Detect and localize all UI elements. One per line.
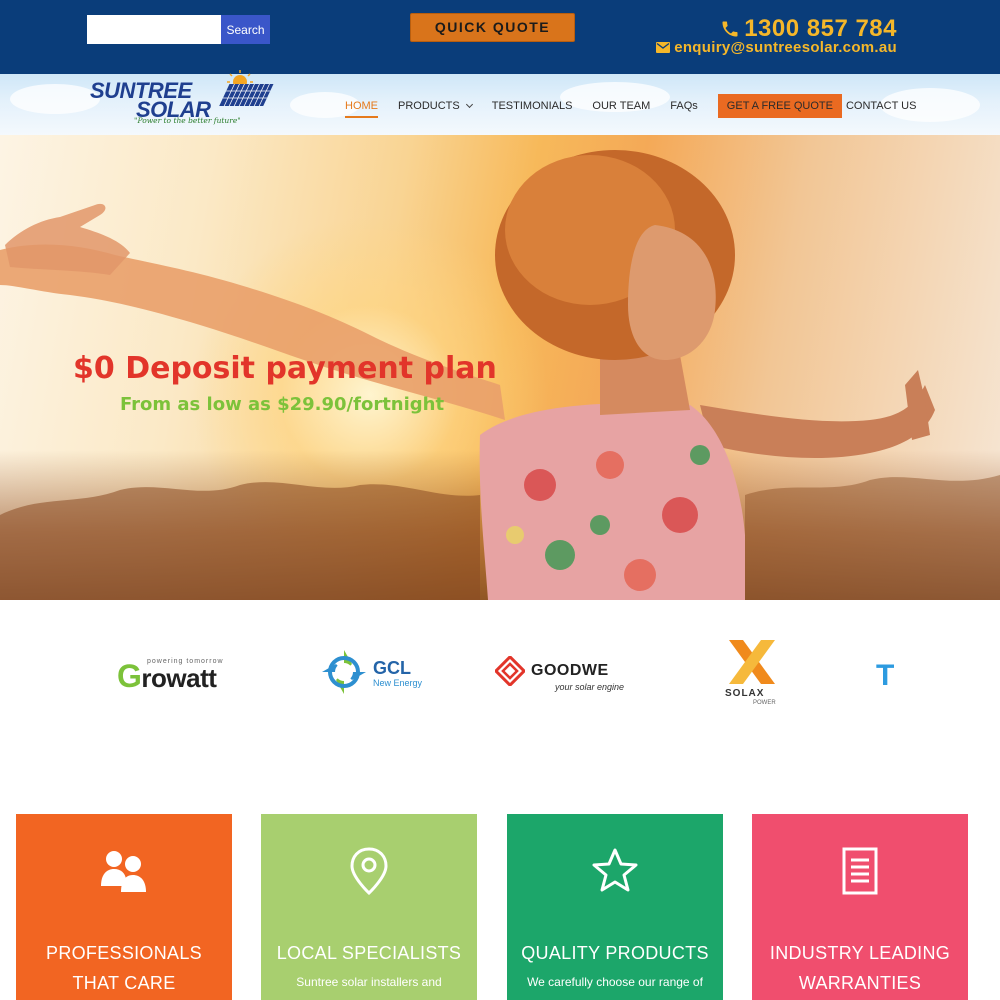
nav-faqs-label: FAQs	[670, 100, 698, 112]
top-bar: Search QUICK QUOTE 1300 857 784 enquiry@…	[0, 0, 1000, 74]
logo-tagline: "Power to the better future"	[134, 116, 241, 125]
solar-panel-logo-icon	[219, 70, 274, 106]
nav-testimonials-label: TESTIMONIALS	[491, 100, 573, 112]
feature-card-professionals: PROFESSIONALS THAT CARE	[16, 814, 232, 1000]
feature-card-text: We carefully choose our range of	[527, 975, 703, 989]
solax-x-emblem-icon	[729, 640, 775, 684]
nav-our-team[interactable]: OUR TEAM	[592, 94, 650, 118]
users-icon	[101, 851, 146, 892]
nav-contact-us[interactable]: CONTACT US	[846, 94, 917, 118]
nav-contact-us-label: CONTACT US	[845, 100, 917, 112]
cloud-decoration	[10, 84, 100, 114]
site-logo[interactable]: SUNTREE SOLAR "Power to the better futur…	[90, 70, 275, 130]
nav-faqs[interactable]: FAQs	[670, 94, 698, 118]
nav-testimonials[interactable]: TESTIMONIALS	[492, 94, 573, 118]
map-pin-icon	[350, 847, 388, 896]
feature-card-title: QUALITY PRODUCTS	[521, 943, 709, 963]
envelope-icon	[656, 41, 671, 53]
hero-title: $0 Deposit payment plan	[73, 351, 497, 386]
nav-products[interactable]: PRODUCTS	[398, 94, 473, 118]
gcl-logo: GCL New Energy	[320, 648, 430, 696]
solax-logo: SOLAX POWER	[725, 638, 780, 710]
nav-home-label: HOME	[345, 100, 378, 112]
email-address: enquiry@suntreesolar.com.au	[674, 38, 897, 56]
nav-free-quote-label: GET A FREE QUOTE	[726, 100, 833, 112]
goodwe-logo: GOODWE your solar engine	[495, 656, 630, 696]
growatt-wordmark: Growatt	[117, 658, 217, 694]
growatt-logo: powering tomorrow Growatt	[117, 658, 242, 694]
nav-free-quote-button[interactable]: GET A FREE QUOTE	[717, 94, 842, 118]
gcl-emblem-icon	[322, 650, 366, 694]
logo-wordmark: SUNTREE SOLAR	[90, 80, 211, 121]
nav-home[interactable]: HOME	[345, 94, 378, 118]
feature-card-quality: QUALITY PRODUCTS We carefully choose our…	[507, 814, 723, 1000]
search-button[interactable]: Search	[221, 15, 270, 44]
chevron-down-icon	[465, 100, 473, 109]
goodwe-subtitle: your solar engine	[555, 682, 625, 692]
star-icon	[592, 848, 638, 892]
feature-card-title: INDUSTRY LEADING WARRANTIES	[769, 943, 951, 993]
feature-card-text: Suntree solar installers and	[296, 975, 442, 989]
feature-card-title: PROFESSIONALS THAT CARE	[46, 943, 202, 993]
quick-quote-button[interactable]: QUICK QUOTE	[410, 13, 575, 42]
solax-subtitle: POWER	[753, 700, 776, 706]
search-input[interactable]	[87, 15, 221, 44]
email-link[interactable]: enquiry@suntreesolar.com.au	[656, 38, 897, 56]
feature-card-local: LOCAL SPECIALISTS Suntree solar installe…	[261, 814, 477, 1000]
feature-card-title: LOCAL SPECIALISTS	[276, 943, 462, 963]
hero-subtitle: From as low as $29.90/fortnight	[120, 394, 445, 415]
partial-brand-logo: T	[876, 659, 895, 692]
hero-banner: $0 Deposit payment plan From as low as $…	[0, 135, 1000, 600]
nav-our-team-label: OUR TEAM	[592, 100, 651, 112]
main-menu: HOME PRODUCTS TESTIMONIALS OUR TEAM FAQs…	[345, 94, 936, 118]
phone-icon	[722, 21, 738, 37]
feature-card-warranties: INDUSTRY LEADING WARRANTIES	[752, 814, 968, 1000]
navigation-bar: SUNTREE SOLAR "Power to the better futur…	[0, 70, 1000, 135]
solax-wordmark: SOLAX	[725, 688, 765, 699]
nav-products-label: PRODUCTS	[398, 100, 460, 112]
brand-logos: powering tomorrow Growatt GCL New Energy…	[0, 600, 1000, 800]
gcl-subtitle: New Energy	[373, 678, 423, 688]
document-icon	[842, 847, 878, 895]
goodwe-wordmark: GOODWE	[531, 662, 609, 679]
gcl-wordmark: GCL	[373, 658, 411, 678]
goodwe-emblem-icon	[495, 656, 525, 686]
